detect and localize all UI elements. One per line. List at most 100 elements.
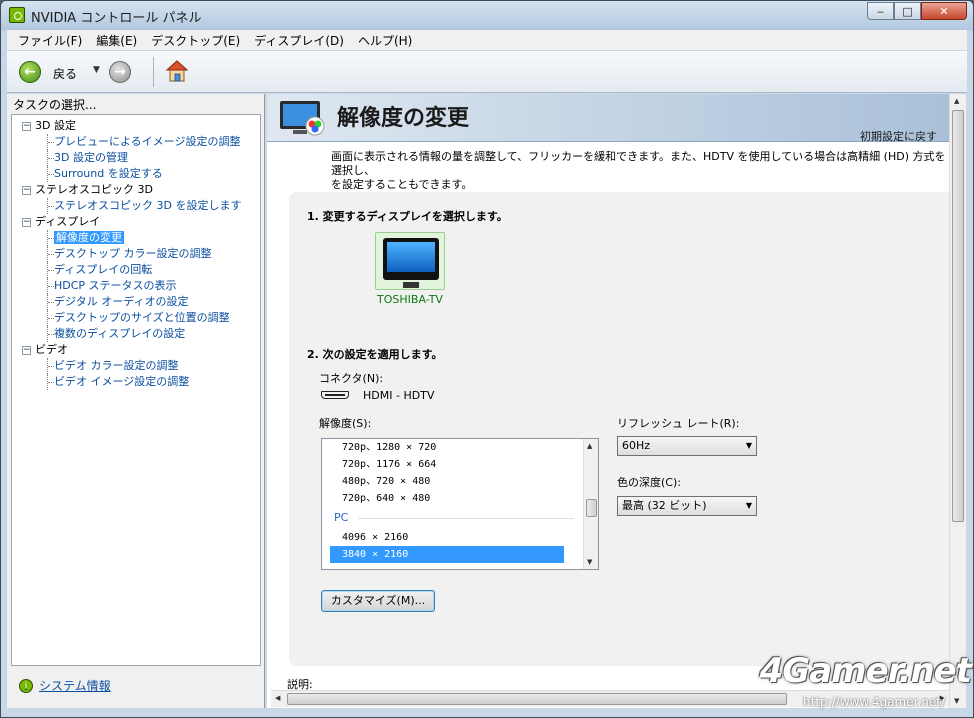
resolution-list-scrollbar[interactable]: ▲ ▼ — [583, 439, 598, 569]
chevron-down-icon: ▼ — [745, 441, 752, 450]
vertical-scroll-thumb[interactable] — [952, 110, 964, 522]
refresh-rate-label: リフレッシュ レート(R): — [617, 417, 740, 430]
scroll-left-icon[interactable]: ◀ — [275, 694, 280, 702]
close-button[interactable]: ✕ — [921, 2, 967, 20]
tree-item-desktop-color[interactable]: デスクトップ カラー設定の調整 — [12, 246, 260, 262]
scroll-thumb[interactable] — [586, 499, 597, 517]
resolution-option[interactable]: 480p、720 × 480 — [322, 473, 584, 490]
collapse-icon[interactable]: − — [22, 217, 31, 227]
resolution-group-pc: PC — [322, 507, 584, 529]
watermark-logo: 4Gamer.net — [759, 651, 972, 691]
page-description: 画面に表示される情報の量を調整して、フリッカーを緩和できます。また、HDTV を… — [331, 150, 949, 192]
tree-label: 解像度の変更 — [54, 231, 124, 244]
resolution-option[interactable]: 4096 × 2160 — [322, 529, 584, 546]
back-button-label[interactable]: 戻る — [53, 65, 77, 82]
tree-item-video-color[interactable]: ビデオ カラー設定の調整 — [12, 358, 260, 374]
chevron-down-icon: ▼ — [745, 501, 752, 510]
tree-item-digital-audio[interactable]: デジタル オーディオの設定 — [12, 294, 260, 310]
color-depth-dropdown[interactable]: 最高 (32 ビット) ▼ — [617, 496, 757, 516]
tree-item-manage-3d[interactable]: 3D 設定の管理 — [12, 150, 260, 166]
tree-label: デジタル オーディオの設定 — [54, 295, 189, 308]
horizontal-scroll-thumb[interactable] — [287, 693, 787, 705]
step-1-heading: 1. 変更するディスプレイを選択します。 — [307, 210, 508, 223]
nvidia-app-icon — [9, 7, 25, 23]
tree-item-hdcp-status[interactable]: HDCP ステータスの表示 — [12, 278, 260, 294]
watermark-url: http://www.4gamer.net/ — [803, 695, 945, 709]
tree-item-rotate-display[interactable]: ディスプレイの回転 — [12, 262, 260, 278]
tree-label: ステレオスコピック 3D を設定します — [54, 199, 242, 212]
collapse-icon[interactable]: − — [22, 345, 31, 355]
title-bar[interactable]: NVIDIA コントロール パネル ‒ □ ✕ — [1, 1, 973, 29]
tree-label: ディスプレイの回転 — [54, 263, 153, 276]
step-2-heading: 2. 次の設定を適用します。 — [307, 348, 443, 361]
tree-item-desktop-size-position[interactable]: デスクトップのサイズと位置の調整 — [12, 310, 260, 326]
menu-file[interactable]: ファイル(F) — [11, 32, 89, 49]
settings-area: 1. 変更するディスプレイを選択します。 TOSHIBA-TV 2. 次の設定を… — [289, 192, 949, 666]
tree-label: HDCP ステータスの表示 — [54, 279, 177, 292]
tree-item-multiple-displays[interactable]: 複数のディスプレイの設定 — [12, 326, 260, 342]
scroll-down-icon[interactable]: ▼ — [954, 697, 959, 705]
menu-edit[interactable]: 編集(E) — [89, 32, 144, 49]
scroll-down-icon[interactable]: ▼ — [587, 558, 592, 566]
display-resolution-icon — [280, 101, 325, 136]
tree-category-display[interactable]: − ディスプレイ — [12, 214, 260, 230]
tree-label: 3D 設定の管理 — [54, 151, 128, 164]
resolution-option[interactable]: 720p、1280 × 720 — [322, 439, 584, 456]
resolution-option[interactable]: 720p、640 × 480 — [322, 490, 584, 507]
toolbar: ← 戻る ▼ → — [7, 51, 967, 93]
menu-help[interactable]: ヘルプ(H) — [351, 32, 419, 49]
resolution-list[interactable]: 720p、1280 × 720 720p、1176 × 664 480p、720… — [321, 438, 599, 570]
hdmi-connector-icon — [321, 391, 349, 399]
resolution-option[interactable]: 720p、1176 × 664 — [322, 456, 584, 473]
toolbar-separator — [153, 57, 154, 87]
tree-item-video-image[interactable]: ビデオ イメージ設定の調整 — [12, 374, 260, 390]
connector-value: HDMI - HDTV — [363, 389, 435, 402]
history-dropdown-icon[interactable]: ▼ — [93, 65, 100, 75]
tree-label: ビデオ — [35, 343, 68, 356]
tree-label: 3D 設定 — [35, 119, 76, 132]
tree-category-video[interactable]: − ビデオ — [12, 342, 260, 358]
system-info-icon: i — [19, 678, 33, 693]
tree-category-3d[interactable]: −3D 設定 — [12, 118, 260, 134]
color-depth-label: 色の深度(C): — [617, 476, 681, 489]
tree-label: ビデオ イメージ設定の調整 — [54, 375, 190, 388]
tree-label: ステレオスコピック 3D — [35, 183, 153, 196]
customize-button[interactable]: カスタマイズ(M)... — [321, 590, 435, 612]
collapse-icon[interactable]: − — [22, 121, 31, 131]
display-selector-toshiba[interactable] — [375, 232, 445, 290]
tree-label: ディスプレイ — [35, 215, 101, 228]
restore-defaults-link[interactable]: 初期設定に戻す — [860, 128, 937, 144]
collapse-icon[interactable]: − — [22, 185, 31, 195]
tree-item-preview-image[interactable]: プレビューによるイメージ設定の調整 — [12, 134, 260, 150]
tree-item-surround[interactable]: Surround を設定する — [12, 166, 260, 182]
description-line-1: 画面に表示される情報の量を調整して、フリッカーを緩和できます。また、HDTV を… — [331, 150, 946, 177]
tree-category-stereo-3d[interactable]: − ステレオスコピック 3D — [12, 182, 260, 198]
minimize-button[interactable]: ‒ — [867, 2, 894, 20]
back-arrow-icon[interactable]: ← — [19, 61, 41, 83]
tree-label: プレビューによるイメージ設定の調整 — [54, 135, 241, 148]
maximize-button[interactable]: □ — [894, 2, 921, 20]
home-icon[interactable] — [165, 59, 189, 83]
tree-item-stereo-setup[interactable]: ステレオスコピック 3D を設定します — [12, 198, 260, 214]
refresh-rate-value: 60Hz — [622, 439, 651, 452]
scroll-up-icon[interactable]: ▲ — [954, 97, 959, 105]
content-panel: 解像度の変更 初期設定に戻す 画面に表示される情報の量を調整して、フリッカーを緩… — [267, 94, 949, 708]
description-line-2: を設定することもできます。 — [331, 178, 473, 191]
tree-label: ビデオ カラー設定の調整 — [54, 359, 179, 372]
system-info-label: システム情報 — [39, 679, 111, 693]
window-controls: ‒ □ ✕ — [867, 2, 967, 20]
menu-display[interactable]: ディスプレイ(D) — [247, 32, 351, 49]
system-info-link[interactable]: i システム情報 — [19, 677, 111, 694]
tv-display-icon — [383, 238, 439, 288]
tree-item-change-resolution[interactable]: 解像度の変更 — [12, 230, 260, 246]
task-tree: −3D 設定 プレビューによるイメージ設定の調整 3D 設定の管理 Surrou… — [11, 114, 261, 666]
scroll-up-icon[interactable]: ▲ — [587, 442, 592, 450]
forward-arrow-icon[interactable]: → — [109, 61, 131, 83]
resolution-option-selected[interactable]: 3840 × 2160 — [330, 546, 564, 563]
refresh-rate-dropdown[interactable]: 60Hz ▼ — [617, 436, 757, 456]
vertical-scrollbar[interactable]: ▲ ▼ — [949, 94, 966, 708]
menu-desktop[interactable]: デスクトップ(E) — [144, 32, 247, 49]
task-panel: タスクの選択... −3D 設定 プレビューによるイメージ設定の調整 3D 設定… — [7, 94, 265, 708]
resolution-list-items: 720p、1280 × 720 720p、1176 × 664 480p、720… — [322, 439, 584, 569]
page-banner: 解像度の変更 初期設定に戻す — [267, 94, 949, 144]
